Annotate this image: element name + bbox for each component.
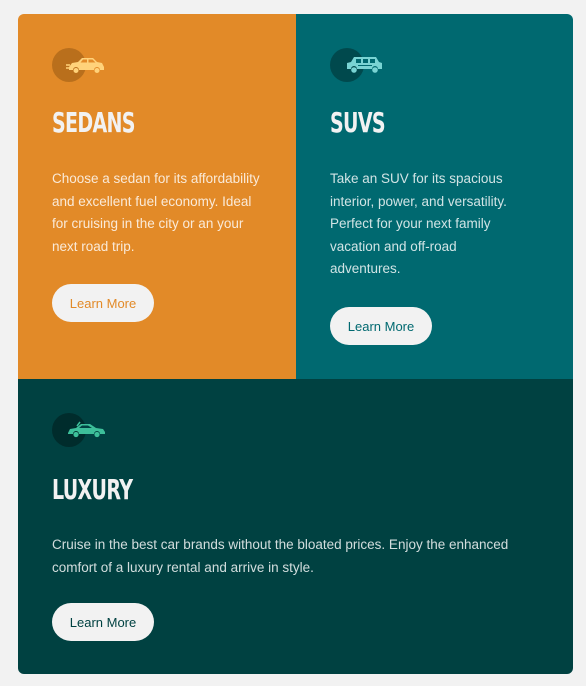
card-title: SEDANS: [52, 106, 136, 139]
card-luxury: LUXURY Cruise in the best car brands wit…: [18, 379, 573, 674]
card-description: Cruise in the best car brands without th…: [52, 537, 509, 575]
card-sedans: SEDANS Choose a sedan for its affordabil…: [18, 14, 296, 379]
card-grid: SEDANS Choose a sedan for its affordabil…: [18, 14, 573, 674]
card-description: Choose a sedan for its affordability and…: [52, 171, 260, 254]
card-title: LUXURY: [52, 473, 133, 506]
learn-more-button[interactable]: Learn More: [330, 307, 432, 345]
learn-more-button[interactable]: Learn More: [52, 603, 154, 641]
suv-car-icon: [330, 48, 394, 82]
card-title: SUVS: [330, 106, 386, 139]
learn-more-button[interactable]: Learn More: [52, 284, 154, 322]
card-description: Take an SUV for its spacious interior, p…: [330, 171, 507, 277]
sedan-car-icon: [52, 48, 116, 82]
luxury-car-icon: [52, 413, 116, 447]
card-suvs: SUVS Take an SUV for its spacious interi…: [296, 14, 573, 379]
